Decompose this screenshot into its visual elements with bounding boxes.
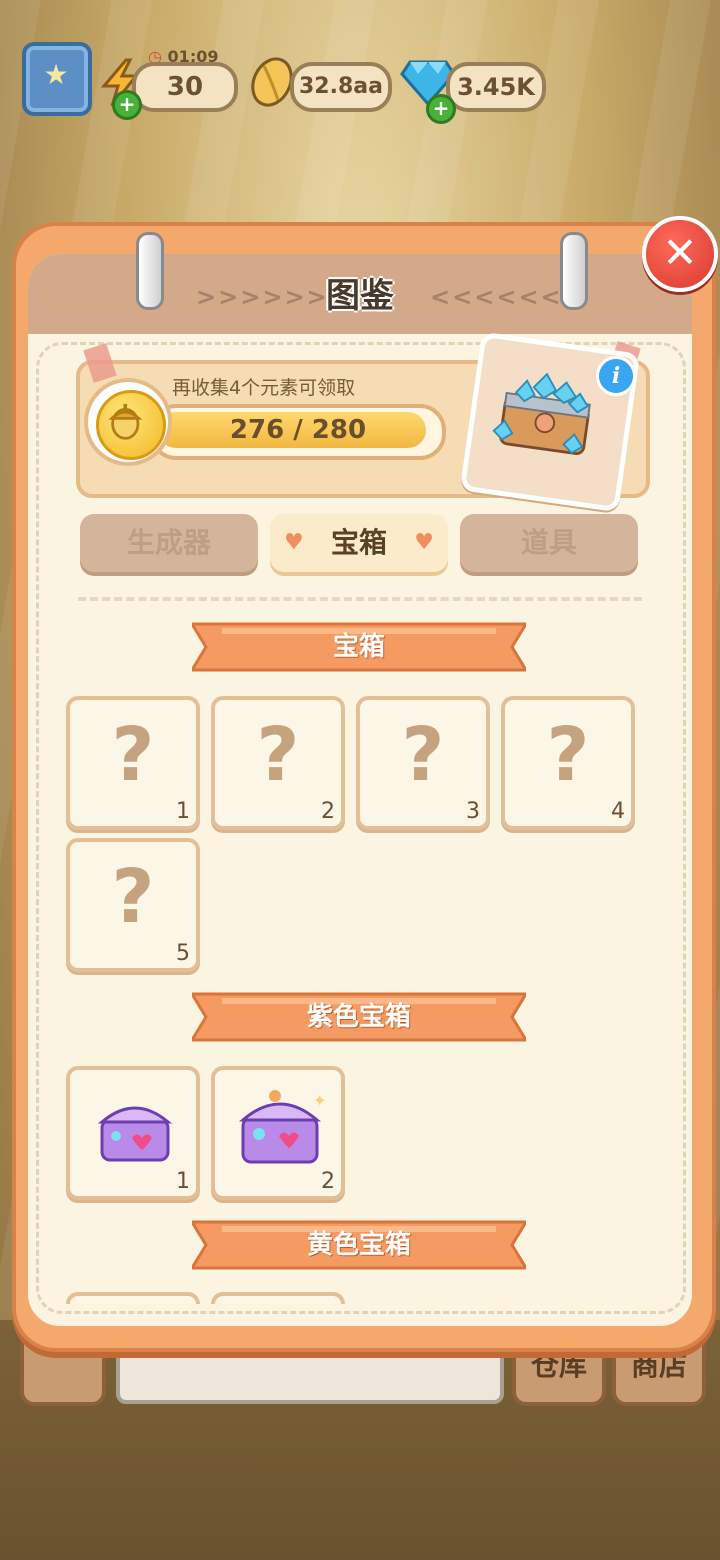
divider [78,597,642,601]
collection-slot[interactable]: ? 4 [501,696,635,830]
binder-ring [136,232,164,310]
collection-slot[interactable] [211,1292,345,1304]
clipped-slot-row [28,1290,692,1304]
collection-slot[interactable]: ? 5 [66,838,200,972]
info-button[interactable]: i [596,356,636,396]
heart-icon: ♥ [414,530,434,555]
close-button[interactable]: ✕ [642,216,718,292]
tab-label: 生成器 [126,526,211,559]
collection-slot[interactable]: ✦ 2 [211,1066,345,1200]
slot-number: 1 [176,799,190,824]
collection-slot[interactable]: ? 3 [356,696,490,830]
title-arrows-right: <<<<<< [430,283,563,311]
seed-counter: 32.8aa [290,62,392,112]
title-arrows-left: >>>>>> [196,283,329,311]
shop-label: 商店 [630,1349,687,1382]
tab-label: 道具 [520,526,577,559]
info-icon: i [611,363,621,389]
add-gems-icon[interactable]: + [426,94,456,124]
tab-chest[interactable]: ♥ 宝箱 ♥ [270,514,448,572]
add-energy-icon[interactable]: + [112,90,142,120]
slot-number: 3 [466,799,480,824]
warehouse-label: 仓库 [530,1349,587,1382]
collection-book-button[interactable]: ★ [22,42,92,116]
collection-slot[interactable]: ? 1 [66,696,200,830]
svg-text:✦: ✦ [313,1091,326,1110]
binder-ring [560,232,588,310]
gem-counter[interactable]: 3.45K [446,62,546,112]
collection-slot[interactable] [66,1292,200,1304]
section-title-chest: 宝箱 [332,632,385,662]
seed-value: 32.8aa [299,74,383,99]
tab-label: 宝箱 [330,526,387,559]
close-icon: ✕ [662,228,698,277]
star-icon: ★ [43,58,69,91]
slot-number: 4 [611,799,625,824]
panel-title: 图鉴 [326,276,394,316]
section-title-purple-chest: 紫色宝箱 [306,1002,411,1032]
tab-generator[interactable]: 生成器 [80,514,258,572]
slot-number: 5 [176,941,190,966]
energy-counter[interactable]: 30 [132,62,238,112]
collection-slot[interactable]: ? 2 [211,696,345,830]
section-title-yellow-chest: 黄色宝箱 [306,1230,411,1260]
slot-number: 2 [321,799,335,824]
collection-slot[interactable]: 1 [66,1066,200,1200]
heart-icon: ♥ [284,530,304,555]
tab-props[interactable]: 道具 [460,514,638,572]
slot-number: 1 [176,1169,190,1194]
progress-text: 276 / 280 [229,415,367,445]
slot-number: 2 [321,1169,335,1194]
energy-value: 30 [166,72,204,102]
gem-value: 3.45K [457,73,535,101]
acorn-icon [96,390,166,460]
reward-message: 再收集4个元素可领取 [172,377,356,399]
